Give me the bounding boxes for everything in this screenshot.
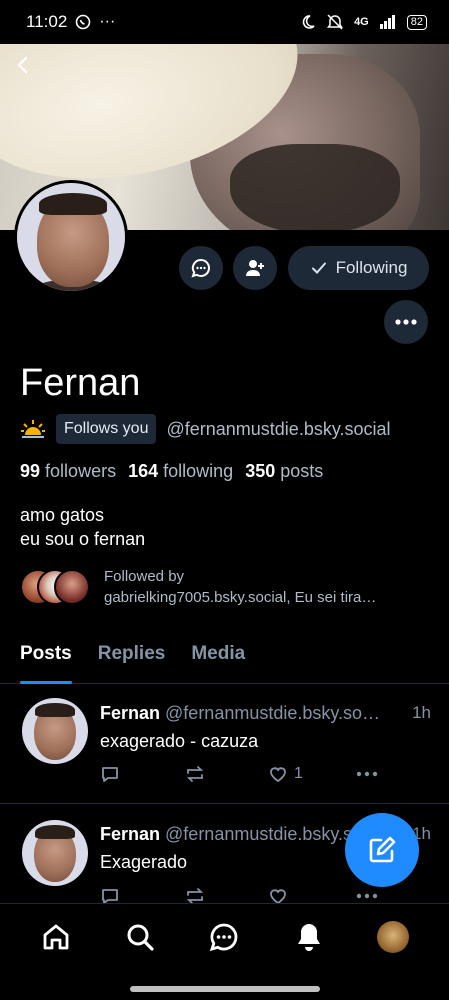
post-item[interactable]: Fernan @fernanmustdie.bsky.so… 1h exager… — [0, 684, 449, 804]
more-notifications-icon: ··· — [99, 13, 116, 30]
post-avatar[interactable] — [22, 820, 88, 886]
following-stat[interactable]: 164 following — [128, 461, 233, 482]
display-name: Fernan — [20, 362, 141, 404]
compose-button[interactable] — [345, 813, 419, 887]
more-icon — [356, 893, 378, 899]
status-time: 11:02 — [26, 12, 68, 31]
follows-you-badge: Follows you — [56, 414, 157, 444]
status-bar: 11:02 ··· 4G 82 — [0, 0, 449, 44]
profile-tabs: Posts Replies Media — [0, 640, 449, 684]
compose-icon — [369, 836, 396, 863]
nav-profile-avatar — [376, 920, 409, 953]
back-button[interactable] — [12, 54, 36, 78]
repost-icon — [186, 766, 204, 782]
tab-posts[interactable]: Posts — [20, 640, 72, 684]
reply-button[interactable] — [100, 764, 184, 784]
whatsapp-icon — [75, 14, 91, 30]
muted-icon — [327, 14, 344, 30]
add-person-icon — [246, 260, 264, 276]
heart-icon — [270, 767, 286, 783]
like-button[interactable]: 1 — [268, 764, 356, 784]
message-icon — [191, 258, 210, 278]
profile-avatar[interactable] — [14, 180, 128, 294]
bell-icon — [297, 923, 320, 951]
more-options-button[interactable] — [384, 300, 428, 344]
followed-by-avatars — [20, 567, 90, 607]
chat-icon — [210, 923, 238, 951]
more-icon — [356, 771, 378, 777]
following-button[interactable]: Following — [288, 246, 429, 290]
bottom-navigation — [0, 903, 449, 969]
post-avatar[interactable] — [22, 698, 88, 764]
followed-by-row[interactable]: Followed by gabrielking7005.bsky.social,… — [20, 566, 376, 608]
post-text: exagerado - cazuza — [100, 731, 259, 751]
post-more-button[interactable] — [356, 771, 378, 777]
post-text: Exagerado — [100, 852, 188, 872]
sun-emoji-icon — [21, 420, 45, 438]
nav-profile[interactable] — [373, 917, 413, 957]
do-not-disturb-icon — [302, 15, 315, 29]
back-arrow-icon — [17, 56, 28, 74]
nav-chat[interactable] — [204, 917, 244, 957]
message-button[interactable] — [179, 246, 223, 290]
post-more-button[interactable] — [356, 893, 378, 899]
home-indicator — [130, 986, 320, 992]
reply-icon — [102, 767, 118, 782]
tab-media[interactable]: Media — [191, 640, 245, 684]
post-header: Fernan @fernanmustdie.bsky.so… — [100, 703, 432, 724]
add-to-list-button[interactable] — [233, 246, 277, 290]
followed-by-text: Followed by gabrielking7005.bsky.social,… — [104, 568, 377, 606]
followers-stat[interactable]: 99 followers — [20, 461, 116, 482]
like-count: 1 — [294, 765, 303, 782]
signal-icon — [379, 15, 395, 29]
post-time: 1h — [412, 703, 431, 722]
nav-home[interactable] — [36, 917, 76, 957]
network-label: 4G — [354, 16, 369, 28]
profile-stats: 99 followers 164 following 350 posts — [20, 461, 323, 482]
post-handle: @fernanmustdie.bsky.so… — [165, 703, 381, 723]
home-icon — [43, 924, 69, 949]
search-icon — [127, 924, 154, 951]
more-icon — [395, 319, 417, 325]
checkmark-icon — [311, 262, 326, 274]
follower-avatar — [54, 569, 90, 605]
bio-line: amo gatos — [20, 505, 105, 525]
handle-row: Follows you @fernanmustdie.bsky.social — [20, 414, 391, 444]
banner-beard — [230, 144, 400, 230]
posts-stat: 350 posts — [245, 461, 324, 481]
battery-indicator: 82 — [406, 14, 427, 30]
bio-line: eu sou o fernan — [20, 529, 146, 549]
post-author: Fernan — [100, 703, 161, 723]
repost-button[interactable] — [184, 764, 268, 784]
post-actions: 1 — [100, 764, 400, 784]
following-label: Following — [335, 258, 408, 277]
profile-bio: amo gatos eu sou o fernan — [20, 503, 145, 551]
nav-notifications[interactable] — [289, 917, 329, 957]
profile-handle: @fernanmustdie.bsky.social — [166, 418, 391, 439]
tab-replies[interactable]: Replies — [98, 640, 166, 684]
post-author: Fernan — [100, 824, 161, 844]
nav-search[interactable] — [120, 917, 160, 957]
